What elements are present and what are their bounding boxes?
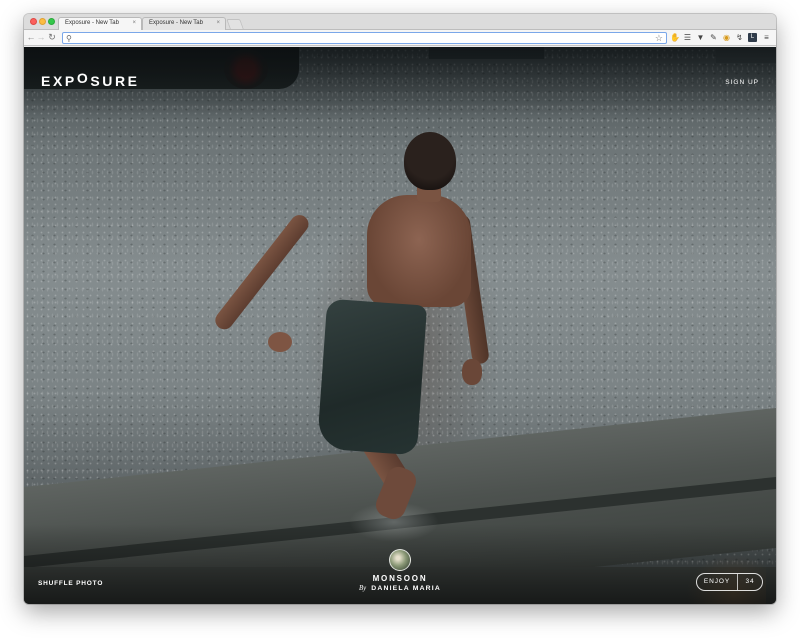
hand-left bbox=[268, 332, 292, 352]
head bbox=[404, 132, 456, 190]
sarong bbox=[316, 298, 428, 456]
new-tab-button[interactable] bbox=[226, 19, 244, 29]
tab-exposure-active[interactable]: Exposure - New Tab × bbox=[58, 17, 142, 30]
minimize-window-button[interactable] bbox=[39, 18, 46, 25]
hamburger-menu-icon[interactable]: ≡ bbox=[762, 33, 771, 42]
tab-label: Exposure - New Tab bbox=[149, 20, 203, 26]
address-bar[interactable]: ⚲ ☆ bbox=[62, 32, 667, 44]
tab-close-icon[interactable]: × bbox=[216, 20, 220, 26]
star-icon[interactable]: ☆ bbox=[655, 32, 663, 44]
logo-text-start: EXP bbox=[41, 73, 77, 89]
browser-toolbar: ← → ↻ ⚲ ☆ ✋ ☰ ▼ ✎ ◉ ↯ L ≡ bbox=[24, 30, 776, 46]
reload-icon[interactable]: ↻ bbox=[47, 32, 57, 43]
extension-hand-icon[interactable]: ✋ bbox=[670, 33, 680, 42]
forward-arrow-icon[interactable]: → bbox=[36, 32, 46, 43]
tab-exposure[interactable]: Exposure - New Tab × bbox=[142, 17, 226, 30]
close-window-button[interactable] bbox=[30, 18, 37, 25]
extension-lightning-icon[interactable]: ↯ bbox=[735, 33, 744, 42]
tab-label: Exposure - New Tab bbox=[65, 20, 119, 26]
back-arrow-icon[interactable]: ← bbox=[26, 32, 36, 43]
torso bbox=[367, 195, 471, 307]
zoom-window-button[interactable] bbox=[48, 18, 55, 25]
logo-text-end: SURE bbox=[90, 73, 140, 89]
photo-subject-boy bbox=[24, 47, 776, 604]
photo-credit[interactable]: MONSOON By DANIELA MARIA bbox=[350, 549, 450, 592]
address-input[interactable] bbox=[77, 33, 637, 43]
hand-right bbox=[462, 359, 482, 385]
enjoy-label[interactable]: ENJOY bbox=[697, 574, 738, 590]
byline-prefix: By bbox=[359, 585, 367, 592]
extension-layers-icon[interactable]: ☰ bbox=[683, 33, 692, 42]
photo-author[interactable]: DANIELA MARIA bbox=[371, 585, 441, 592]
tab-strip: Exposure - New Tab × Exposure - New Tab … bbox=[24, 14, 776, 30]
extension-box-icon[interactable]: L bbox=[748, 33, 757, 42]
search-icon: ⚲ bbox=[66, 34, 72, 43]
enjoy-count: 34 bbox=[745, 578, 755, 585]
tab-close-icon[interactable]: × bbox=[132, 20, 136, 26]
sign-up-link[interactable]: SIGN UP bbox=[725, 79, 759, 86]
photo-byline[interactable]: By DANIELA MARIA bbox=[350, 585, 450, 592]
extension-pen-icon[interactable]: ✎ bbox=[709, 33, 718, 42]
page-viewport: EXPOSURE SIGN UP SHUFFLE PHOTO MONSOON B… bbox=[24, 47, 776, 604]
arm-left bbox=[211, 211, 313, 333]
logo-text-lifted: O bbox=[76, 70, 91, 86]
extension-colorful-icon[interactable]: ◉ bbox=[722, 33, 731, 42]
photo-title[interactable]: MONSOON bbox=[350, 574, 450, 583]
shuffle-photo-link[interactable]: SHUFFLE PHOTO bbox=[38, 580, 103, 587]
extension-pocket-icon[interactable]: ▼ bbox=[696, 33, 705, 42]
enjoy-button[interactable]: ENJOY 34 bbox=[696, 573, 763, 591]
exposure-logo[interactable]: EXPOSURE bbox=[41, 70, 140, 89]
avatar[interactable] bbox=[389, 549, 411, 571]
browser-window: Exposure - New Tab × Exposure - New Tab … bbox=[24, 14, 776, 604]
